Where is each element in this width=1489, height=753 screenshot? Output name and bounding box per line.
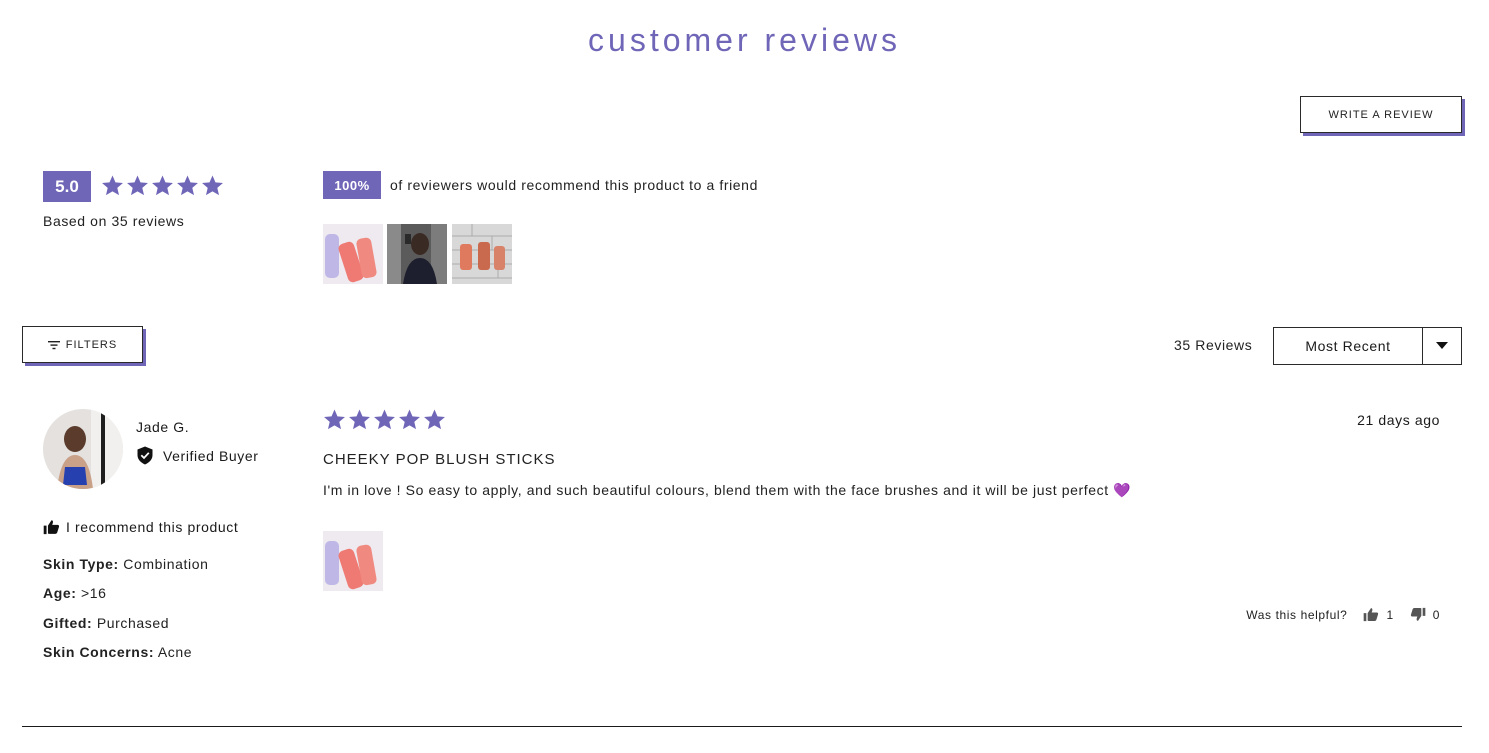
attribute-age: Age: >16: [43, 585, 107, 601]
page-title: customer reviews: [588, 22, 901, 58]
star-icon: [102, 175, 123, 196]
thumbs-down-icon: [1410, 607, 1426, 621]
star-icon: [349, 409, 370, 430]
review-date: 21 days ago: [1357, 412, 1440, 428]
review-photo-thumbnail[interactable]: [323, 531, 383, 591]
star-icon: [127, 175, 148, 196]
filters-label: FILTERS: [65, 338, 118, 351]
helpful-yes-count: 1: [1386, 607, 1394, 622]
recommend-product-label: I recommend this product: [66, 519, 239, 535]
helpful-no-button[interactable]: 0: [1410, 607, 1440, 622]
star-icon: [177, 175, 198, 196]
review-rating-stars: [323, 408, 446, 431]
divider: [22, 726, 1462, 727]
customer-photo-thumbnail[interactable]: [452, 224, 512, 284]
recommend-product: I recommend this product: [43, 519, 238, 535]
star-icon: [374, 409, 395, 430]
sort-dropdown[interactable]: Most Recent: [1273, 327, 1462, 365]
helpful-no-count: 0: [1432, 607, 1440, 622]
average-rating-badge: 5.0: [43, 171, 91, 202]
customer-photo-thumbnail[interactable]: [323, 224, 383, 284]
review-body: I'm in love ! So easy to apply, and such…: [323, 482, 1132, 498]
star-icon: [399, 409, 420, 430]
filter-icon: [47, 340, 60, 349]
helpful-label: Was this helpful?: [1246, 607, 1348, 622]
star-icon: [424, 409, 445, 430]
star-icon: [152, 175, 173, 196]
attribute-skin-concerns: Skin Concerns: Acne: [43, 644, 193, 660]
star-icon: [324, 409, 345, 430]
helpful-yes-button[interactable]: 1: [1363, 607, 1393, 622]
recommend-percent-badge: 100%: [323, 171, 381, 199]
verified-shield-icon: [137, 446, 153, 465]
reviewer-name: Jade G.: [136, 419, 190, 435]
caret-down-icon: [1436, 342, 1448, 349]
verified-buyer-label: Verified Buyer: [163, 447, 259, 464]
avatar: [43, 409, 123, 489]
attribute-skin-type: Skin Type: Combination: [43, 556, 209, 572]
verified-buyer-badge: Verified Buyer: [136, 446, 259, 465]
recommend-summary-text: of reviewers would recommend this produc…: [390, 177, 758, 193]
helpful-votes: Was this helpful? 1 0: [1200, 607, 1440, 622]
attribute-gifted: Gifted: Purchased: [43, 615, 170, 631]
write-review-button[interactable]: WRITE A REVIEW: [1300, 96, 1462, 133]
based-on-text: Based on 35 reviews: [43, 213, 185, 229]
filters-button[interactable]: FILTERS: [22, 326, 143, 363]
review-title: CHEEKY POP BLUSH STICKS: [323, 451, 556, 468]
reviews-count: 35 Reviews: [1174, 337, 1253, 353]
customer-photo-thumbnail[interactable]: [387, 224, 447, 284]
sort-selected-value: Most Recent: [1305, 338, 1391, 354]
thumbs-up-icon: [43, 520, 60, 535]
thumbs-up-icon: [1364, 608, 1379, 622]
average-rating-stars: [101, 174, 224, 197]
sort-dropdown-toggle[interactable]: [1422, 328, 1461, 364]
star-icon: [202, 175, 223, 196]
